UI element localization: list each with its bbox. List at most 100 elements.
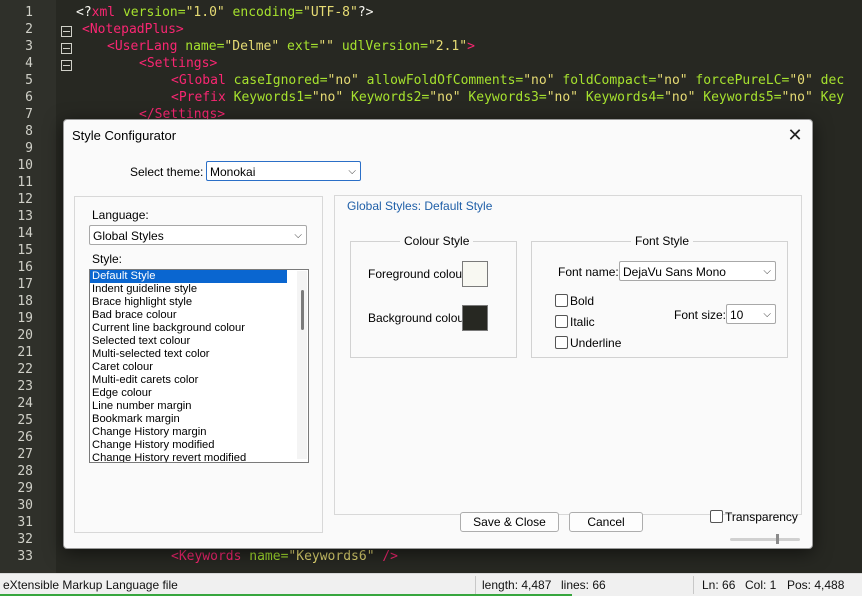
transparency-checkbox[interactable]	[710, 510, 723, 523]
line-number: 7	[25, 107, 33, 122]
line-number: 12	[17, 192, 33, 207]
code-line-3: <UserLang name="Delme" ext="" udlVersion…	[107, 39, 475, 54]
style-configurator-dialog: Style Configurator ✕ Select theme: Monok…	[63, 119, 813, 549]
pos-label: Pos: 4,488	[787, 578, 845, 592]
length-label: length: 4,487	[482, 578, 552, 592]
select-theme-label: Select theme:	[130, 165, 204, 179]
line-number: 28	[17, 464, 33, 479]
style-list-item[interactable]: Current line background colour	[90, 322, 308, 335]
chevron-down-icon: ⌵	[763, 266, 771, 277]
bold-label: Bold	[570, 294, 595, 308]
line-number: 9	[25, 141, 33, 156]
background-colour-swatch[interactable]	[462, 305, 488, 331]
line-number: 18	[17, 294, 33, 309]
language-label: Language:	[92, 208, 149, 222]
background-colour-label: Background colour	[368, 311, 469, 325]
font-style-title: Font Style	[631, 234, 694, 248]
col-label: Col: 1	[745, 578, 777, 592]
code-line-2: <NotepadPlus>	[82, 22, 184, 37]
theme-select[interactable]: Monokai ⌵	[206, 161, 361, 181]
font-size-value: 10	[730, 308, 744, 322]
save-close-button[interactable]: Save & Close	[460, 512, 559, 532]
style-list-item[interactable]: Bad brace colour	[90, 309, 308, 322]
style-list-item[interactable]: Indent guideline style	[90, 283, 308, 296]
style-label: Style:	[92, 252, 123, 266]
line-number: 4	[25, 56, 33, 71]
section-title: Global Styles: Default Style	[347, 199, 493, 213]
style-list-item[interactable]: Default Style	[90, 270, 287, 283]
underline-checkbox[interactable]	[555, 336, 568, 349]
italic-checkbox[interactable]	[555, 315, 568, 328]
line-number: 22	[17, 362, 33, 377]
line-number: 29	[17, 481, 33, 496]
font-name-label: Font name:	[558, 265, 619, 279]
fold-toggle-icon[interactable]	[61, 60, 72, 71]
line-number: 26	[17, 430, 33, 445]
line-number: 10	[17, 158, 33, 173]
bold-checkbox[interactable]	[555, 294, 568, 307]
dialog-title: Style Configurator	[72, 128, 177, 143]
colour-style-title: Colour Style	[400, 234, 474, 248]
fold-toggle-icon[interactable]	[61, 26, 72, 37]
style-list-item[interactable]: Selected text colour	[90, 335, 308, 348]
line-number: 16	[17, 260, 33, 275]
line-number: 23	[17, 379, 33, 394]
transparency-slider[interactable]	[730, 538, 800, 541]
line-number: 27	[17, 447, 33, 462]
close-icon[interactable]: ✕	[784, 124, 806, 146]
style-list-scrollbar[interactable]	[297, 271, 307, 459]
line-number: 13	[17, 209, 33, 224]
line-number: 15	[17, 243, 33, 258]
style-list-item[interactable]: Brace highlight style	[90, 296, 308, 309]
line-number: 8	[25, 124, 33, 139]
line-number: 31	[17, 515, 33, 530]
style-list-item[interactable]: Caret colour	[90, 361, 308, 374]
line-number: 21	[17, 345, 33, 360]
style-list-item[interactable]: Change History margin	[90, 426, 308, 439]
scrollbar-thumb[interactable]	[301, 290, 304, 330]
file-type-label: eXtensible Markup Language file	[3, 578, 178, 592]
font-name-select[interactable]: DejaVu Sans Mono ⌵	[619, 261, 776, 281]
code-line-5: <Global caseIgnored="no" allowFoldOfComm…	[171, 73, 845, 88]
language-select-value: Global Styles	[93, 229, 164, 243]
lines-label: lines: 66	[561, 578, 606, 592]
line-number: 6	[25, 90, 33, 105]
language-select[interactable]: Global Styles ⌵	[89, 225, 307, 245]
style-list-item[interactable]: Bookmark margin	[90, 413, 308, 426]
ln-label: Ln: 66	[702, 578, 736, 592]
line-number: 3	[25, 39, 33, 54]
transparency-label: Transparency	[725, 510, 798, 524]
foreground-colour-swatch[interactable]	[462, 261, 488, 287]
status-divider	[693, 576, 694, 594]
line-number: 33	[17, 549, 33, 564]
theme-select-value: Monokai	[210, 165, 256, 179]
style-list-item[interactable]: Change History modified	[90, 439, 308, 452]
line-number: 17	[17, 277, 33, 292]
transparency-slider-thumb[interactable]	[776, 534, 779, 544]
style-list-item[interactable]: Line number margin	[90, 400, 308, 413]
font-size-select[interactable]: 10 ⌵	[726, 304, 776, 324]
cancel-button[interactable]: Cancel	[569, 512, 643, 532]
code-line-33: <Keywords name="Keywords6" />	[171, 549, 398, 564]
style-list-item[interactable]: Change History revert modified	[90, 452, 308, 462]
line-number: 20	[17, 328, 33, 343]
line-number: 30	[17, 498, 33, 513]
style-list-item[interactable]: Edge colour	[90, 387, 308, 400]
line-number: 5	[25, 73, 33, 88]
status-bar: eXtensible Markup Language file length: …	[0, 573, 862, 596]
font-name-value: DejaVu Sans Mono	[623, 265, 726, 279]
style-list-item[interactable]: Multi-edit carets color	[90, 374, 308, 387]
chevron-down-icon: ⌵	[348, 166, 356, 177]
font-size-label: Font size:	[674, 308, 727, 322]
style-list-item[interactable]: Multi-selected text color	[90, 348, 308, 361]
italic-label: Italic	[570, 315, 595, 329]
line-number: 19	[17, 311, 33, 326]
fold-toggle-icon[interactable]	[61, 43, 72, 54]
code-line-6: <Prefix Keywords1="no" Keywords2="no" Ke…	[171, 90, 845, 105]
colour-style-group	[350, 241, 517, 358]
style-list[interactable]: Default Style Indent guideline style Brace…	[89, 269, 309, 463]
line-number: 25	[17, 413, 33, 428]
foreground-colour-label: Foreground colour	[368, 267, 467, 281]
line-number: 11	[17, 175, 33, 190]
line-number: 24	[17, 396, 33, 411]
